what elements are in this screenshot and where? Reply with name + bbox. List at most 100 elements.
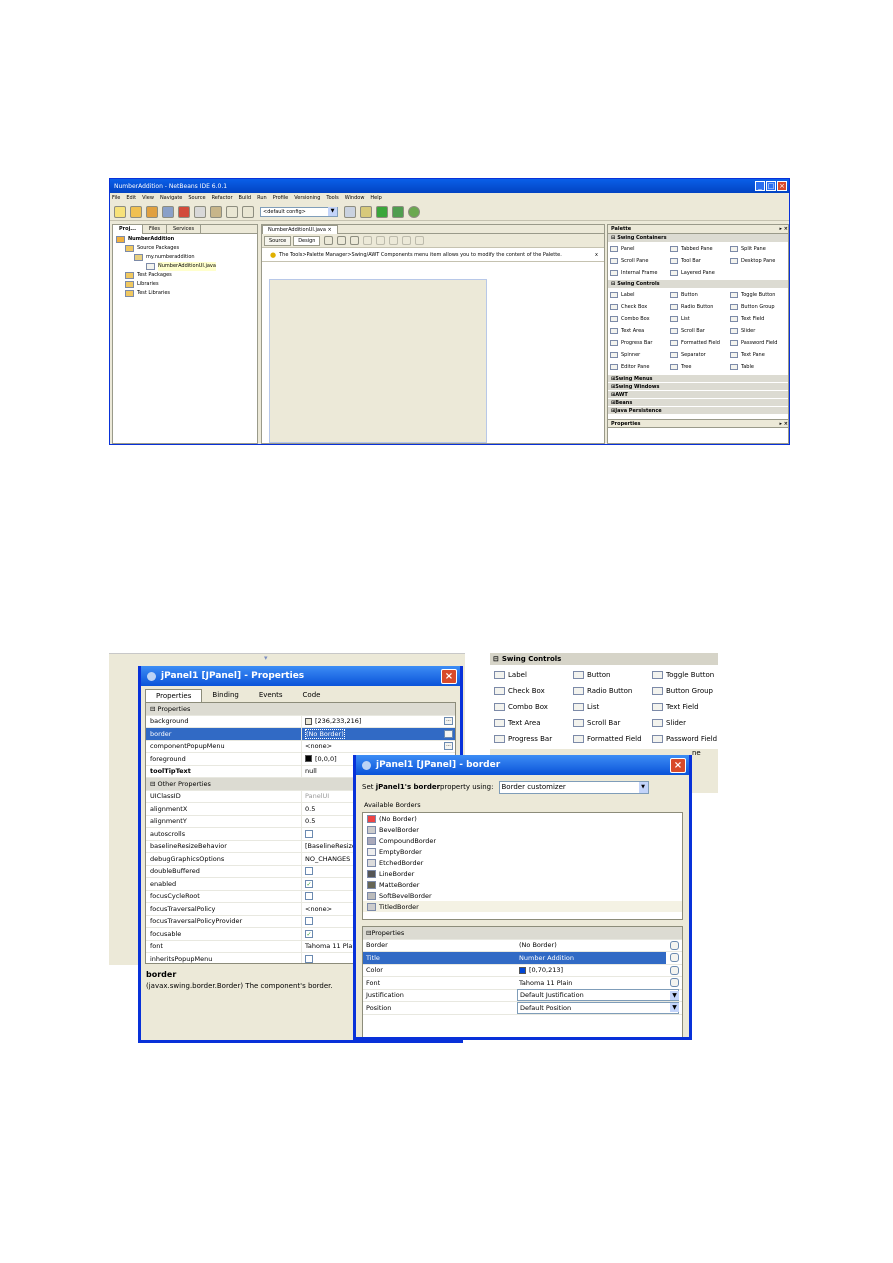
palette-section-swing-menus[interactable]: ⊞ Swing Menus	[608, 374, 788, 382]
border-option-no-border[interactable]: (No Border)	[363, 813, 682, 824]
palette-item-toggle-button[interactable]: Toggle Button	[730, 289, 789, 301]
close-hint-icon[interactable]: x	[595, 252, 598, 258]
palette-item-radio-button[interactable]: Radio Button	[573, 683, 652, 699]
tree-node[interactable]: my.numberaddition	[116, 253, 254, 262]
tree-node[interactable]: Test Packages	[116, 271, 254, 280]
tree-node[interactable]: NumberAddition	[116, 235, 254, 244]
tree-node[interactable]: NumberAdditionUI.java	[116, 262, 254, 271]
palette-item-button-group[interactable]: Button Group	[730, 301, 789, 313]
palette-section-awt[interactable]: ⊞ AWT	[608, 390, 788, 398]
menu-build[interactable]: Build	[239, 195, 252, 201]
checkbox[interactable]	[305, 867, 313, 876]
palette-item-combo-box[interactable]: Combo Box	[494, 699, 573, 715]
menu-versioning[interactable]: Versioning	[294, 195, 320, 201]
checkbox[interactable]	[305, 954, 313, 963]
tab-properties[interactable]: Properties	[145, 688, 203, 702]
close-button[interactable]: ×	[670, 757, 686, 773]
ellipsis-button[interactable]	[670, 965, 679, 975]
border-option-lineborder[interactable]: LineBorder	[363, 868, 682, 879]
property-row-border[interactable]: border (No Border)...	[146, 727, 455, 741]
palette-item-toggle-button[interactable]: Toggle Button	[652, 667, 718, 683]
palette-item-progress-bar[interactable]: Progress Bar	[610, 337, 670, 349]
border-prop-color[interactable]: Color [0,70,213]	[363, 965, 682, 977]
palette-item-label[interactable]: Label	[494, 667, 573, 683]
palette-section-controls[interactable]: ⊟ Swing Controls	[490, 653, 718, 665]
align-left-icon[interactable]	[363, 236, 373, 245]
checkbox[interactable]	[305, 892, 313, 901]
align-center-icon[interactable]	[389, 236, 399, 245]
config-select[interactable]: <default config> ▼	[260, 206, 338, 217]
property-row-background[interactable]: background [236,233,216]...	[146, 715, 455, 728]
paste-icon[interactable]	[210, 205, 222, 218]
palette-item-button[interactable]: Button	[670, 289, 730, 301]
palette-item-desktop-pane[interactable]: Desktop Pane	[730, 255, 789, 267]
new-file-icon[interactable]	[114, 205, 126, 218]
ellipsis-button[interactable]	[670, 940, 679, 950]
menu-view[interactable]: View	[142, 195, 154, 201]
minimize-panel-icon[interactable]: ▸ ×	[780, 421, 788, 427]
menu-run[interactable]: Run	[257, 195, 267, 201]
palette-item-tabbed-pane[interactable]: Tabbed Pane	[670, 243, 730, 255]
menu-refactor[interactable]: Refactor	[212, 195, 233, 201]
palette-item-tool-bar[interactable]: Tool Bar	[670, 255, 730, 267]
menu-navigate[interactable]: Navigate	[160, 195, 182, 201]
align-right-icon[interactable]	[376, 236, 386, 245]
palette-item-editor-pane[interactable]: Editor Pane	[610, 361, 670, 373]
palette-item-scroll-bar[interactable]: Scroll Bar	[573, 715, 652, 731]
border-prop-font[interactable]: Font Tahoma 11 Plain	[363, 977, 682, 990]
design-canvas[interactable]	[269, 279, 487, 443]
chevron-down-icon[interactable]: ▼	[670, 1003, 679, 1013]
ellipsis-button[interactable]: ...	[444, 729, 453, 738]
resize-icon[interactable]	[415, 236, 425, 245]
chevron-down-icon[interactable]: ▼	[670, 990, 679, 1000]
border-prop-title[interactable]: Title Number Addition	[363, 951, 682, 965]
tab-source[interactable]: Source	[264, 235, 292, 246]
palette-item-separator[interactable]: Separator	[670, 349, 730, 361]
border-prop-border[interactable]: Border (No Border)	[363, 940, 682, 952]
ellipsis-button[interactable]	[670, 953, 679, 963]
undo-icon[interactable]	[226, 205, 238, 218]
menu-edit[interactable]: Edit	[126, 195, 136, 201]
palette-item-check-box[interactable]: Check Box	[610, 301, 670, 313]
align-top-icon[interactable]	[402, 236, 412, 245]
palette-item-progress-bar[interactable]: Progress Bar	[494, 731, 573, 747]
palette-item-text-field[interactable]: Text Field	[730, 313, 789, 325]
close-button[interactable]: ×	[441, 668, 457, 684]
palette-item-split-pane[interactable]: Split Pane	[730, 243, 789, 255]
ellipsis-button[interactable]: ...	[444, 717, 453, 726]
tree-node[interactable]: Source Packages	[116, 244, 254, 253]
copy-icon[interactable]	[194, 205, 206, 218]
minimize-panel-icon[interactable]: ▸ ×	[780, 226, 788, 232]
debug-icon[interactable]	[392, 205, 404, 218]
palette-item-radio-button[interactable]: Radio Button	[670, 301, 730, 313]
palette-item-button[interactable]: Button	[573, 667, 652, 683]
maximize-button[interactable]: □	[766, 181, 776, 191]
palette-item-list[interactable]: List	[573, 699, 652, 715]
tab-events[interactable]: Events	[249, 689, 293, 702]
palette-item-internal-frame[interactable]: Internal Frame	[610, 267, 670, 279]
palette-item-text-pane[interactable]: Text Pane	[730, 349, 789, 361]
palette-item-slider[interactable]: Slider	[652, 715, 718, 731]
border-option-compoundborder[interactable]: CompoundBorder	[363, 835, 682, 846]
palette-item-panel[interactable]: Panel	[610, 243, 670, 255]
tree-node[interactable]: Libraries	[116, 280, 254, 289]
close-button[interactable]: ×	[777, 181, 787, 191]
open-project-icon[interactable]	[146, 205, 158, 218]
tab-numberadditionui[interactable]: NumberAdditionUI.java ×	[262, 224, 338, 234]
checkbox[interactable]: ✓	[305, 879, 313, 888]
palette-item-formatted-field[interactable]: Formatted Field	[573, 731, 652, 747]
menu-source[interactable]: Source	[188, 195, 205, 201]
connection-mode-icon[interactable]	[337, 236, 347, 245]
palette-item-label[interactable]: Label	[610, 289, 670, 301]
palette-section-swing-windows[interactable]: ⊞ Swing Windows	[608, 382, 788, 390]
palette-item-scroll-bar[interactable]: Scroll Bar	[670, 325, 730, 337]
tab-services[interactable]: Services	[167, 224, 202, 234]
profile-icon[interactable]	[408, 205, 420, 218]
menu-tools[interactable]: Tools	[326, 195, 338, 201]
palette-item-spinner[interactable]: Spinner	[610, 349, 670, 361]
palette-item-table[interactable]: Table	[730, 361, 789, 373]
border-option-etchedborder[interactable]: EtchedBorder	[363, 857, 682, 868]
border-option-softbevelborder[interactable]: SoftBevelBorder	[363, 890, 682, 901]
redo-icon[interactable]	[242, 205, 254, 218]
palette-section-java-persistence[interactable]: ⊞ Java Persistence	[608, 406, 788, 414]
